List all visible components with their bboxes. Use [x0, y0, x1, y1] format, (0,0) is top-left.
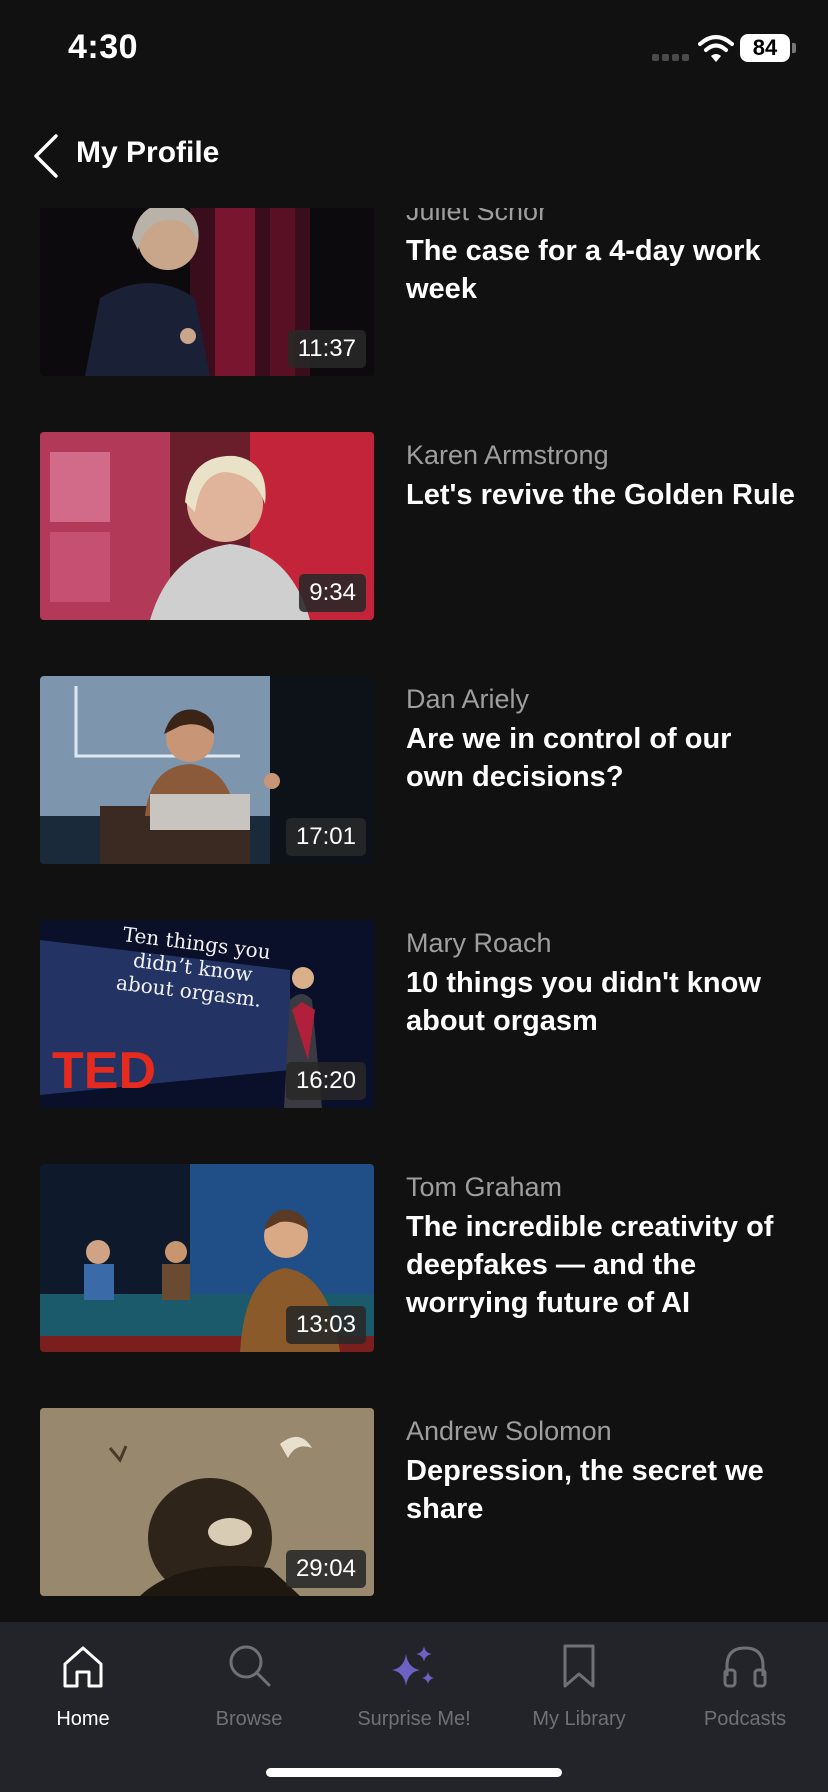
speaker-name: Karen Armstrong — [406, 440, 609, 470]
tab-surprise-me[interactable]: Surprise Me! — [331, 1622, 497, 1742]
tab-bar: Home Browse Surprise Me! My Library Podc… — [0, 1622, 828, 1792]
talk-row[interactable]: 13:03 Tom Graham The incredible creativi… — [0, 1164, 828, 1352]
tab-home[interactable]: Home — [0, 1622, 166, 1742]
ted-logo: TED — [52, 1042, 156, 1100]
home-indicator[interactable] — [266, 1768, 562, 1777]
duration-badge: 9:34 — [299, 574, 366, 612]
duration-badge: 13:03 — [285, 1306, 366, 1344]
talk-thumbnail[interactable]: 17:01 — [40, 676, 374, 864]
talk-list[interactable]: 11:37 Juliet Schor The case for a 4-day … — [0, 208, 828, 1620]
talk-title[interactable]: Are we in control of our own decisions? — [406, 720, 796, 796]
duration-badge: 16:20 — [285, 1062, 366, 1100]
speaker-name: Dan Ariely — [406, 684, 530, 714]
bookmark-icon — [563, 1644, 595, 1688]
wifi-icon — [698, 35, 734, 62]
speaker-name: Mary Roach — [406, 928, 552, 958]
headphones-icon — [723, 1646, 767, 1688]
speaker-name: Tom Graham — [406, 1172, 563, 1202]
tab-label: Home — [56, 1708, 110, 1730]
talk-title[interactable]: The incredible creativity of deepfakes —… — [406, 1208, 796, 1322]
talk-thumbnail[interactable]: 11:37 — [40, 208, 374, 376]
tab-label: Surprise Me! — [357, 1708, 471, 1730]
sparkles-icon — [392, 1646, 434, 1686]
cellular-signal-icon — [652, 54, 692, 62]
tab-browse[interactable]: Browse — [166, 1622, 332, 1742]
home-icon — [63, 1646, 103, 1688]
tab-label: My Library — [532, 1708, 626, 1730]
duration-badge: 11:37 — [287, 330, 366, 368]
talk-row[interactable]: 9:34 Karen Armstrong Let's revive the Go… — [0, 432, 828, 620]
talk-title[interactable]: 10 things you didn't know about orgasm — [406, 964, 796, 1040]
talk-row[interactable]: Ten things you didn’t know about orgasm.… — [0, 920, 828, 1108]
battery-nub — [792, 43, 796, 53]
status-bar: 4:30 84 — [0, 0, 828, 100]
page-title: My Profile — [76, 136, 220, 169]
search-icon — [229, 1645, 271, 1687]
tab-label: Browse — [215, 1708, 283, 1730]
talk-title[interactable]: Let's revive the Golden Rule — [406, 476, 796, 514]
duration-badge: 17:01 — [285, 818, 366, 856]
talk-thumbnail[interactable]: 29:04 — [40, 1408, 374, 1596]
back-chevron-icon[interactable] — [28, 128, 68, 184]
battery-indicator: 84 — [740, 34, 790, 62]
tab-podcasts[interactable]: Podcasts — [662, 1622, 828, 1742]
speaker-name: Andrew Solomon — [406, 1416, 612, 1446]
tab-my-library[interactable]: My Library — [496, 1622, 662, 1742]
tab-label: Podcasts — [703, 1708, 787, 1730]
nav-header: My Profile — [0, 120, 828, 200]
speaker-name: Juliet Schor — [406, 208, 548, 226]
talk-title[interactable]: Depression, the secret we share — [406, 1452, 796, 1528]
talk-row[interactable]: 11:37 Juliet Schor The case for a 4-day … — [0, 208, 828, 376]
talk-row[interactable]: 29:04 Andrew Solomon Depression, the sec… — [0, 1408, 828, 1596]
duration-badge: 29:04 — [285, 1550, 366, 1588]
talk-row[interactable]: 17:01 Dan Ariely Are we in control of ou… — [0, 676, 828, 864]
talk-thumbnail[interactable]: Ten things you didn’t know about orgasm.… — [40, 920, 374, 1108]
talk-thumbnail[interactable]: 9:34 — [40, 432, 374, 620]
talk-title[interactable]: The case for a 4-day work week — [406, 232, 796, 308]
talk-thumbnail[interactable]: 13:03 — [40, 1164, 374, 1352]
status-time: 4:30 — [68, 28, 139, 66]
